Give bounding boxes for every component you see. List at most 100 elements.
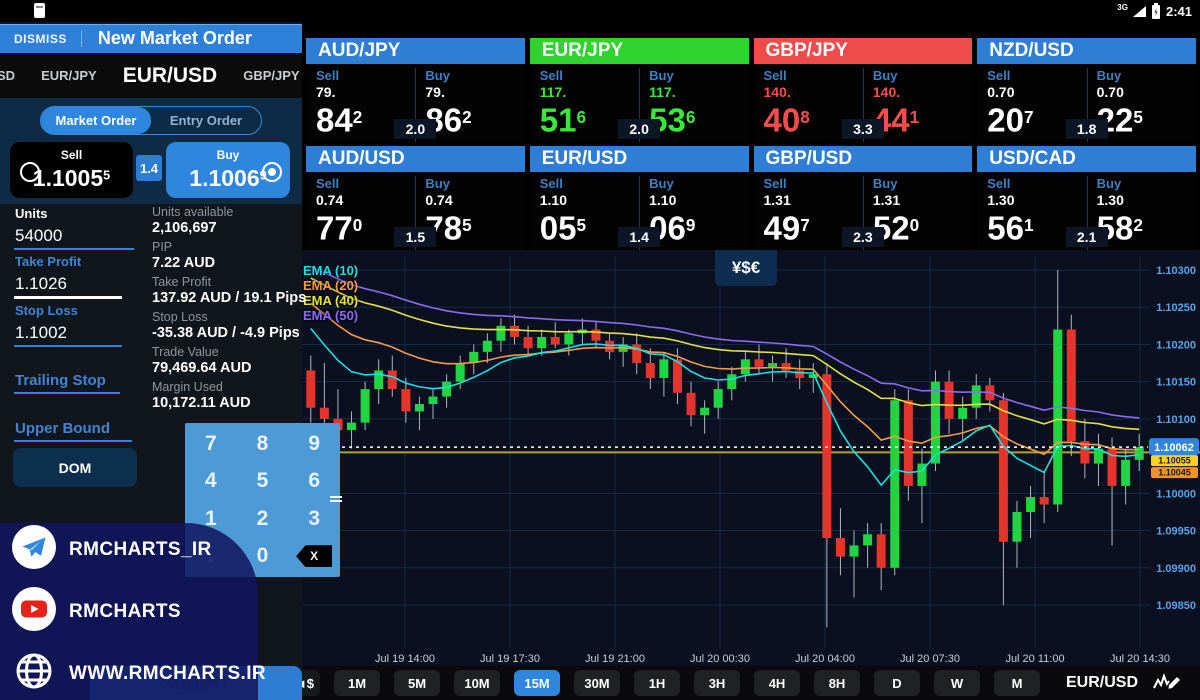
svg-text:1.10300: 1.10300 — [1156, 265, 1196, 277]
key-7[interactable]: 7 — [191, 432, 231, 456]
take-profit-input[interactable]: 1.1026 — [15, 274, 67, 294]
quote-buy-price: 441 — [873, 102, 972, 136]
quote-buy-prefix: 79. — [425, 84, 524, 100]
ema-legend-item: EMA (50) — [303, 308, 358, 323]
trailing-stop-link[interactable]: Trailing Stop — [15, 372, 106, 389]
svg-text:1.10200: 1.10200 — [1156, 339, 1196, 351]
quote-sell-label: Sell — [540, 68, 639, 83]
quote-pair-header[interactable]: EUR/USD — [530, 146, 749, 172]
quote-tile-body: Sell117.516Buy117.5362.0 — [530, 64, 749, 142]
quote-pair-header[interactable]: AUD/JPY — [306, 38, 525, 64]
svg-text:1.10055: 1.10055 — [1158, 456, 1191, 466]
notification-icon — [34, 3, 45, 18]
quote-buy-label: Buy — [649, 68, 748, 83]
quote-buy-prefix: 0.70 — [1097, 84, 1196, 100]
quote-tile-body: Sell79.842Buy79.8622.0 — [306, 64, 525, 142]
stat-value: 7.22 AUD — [152, 255, 300, 272]
timeframe-w[interactable]: W — [934, 670, 980, 696]
key-6[interactable]: 6 — [294, 469, 334, 493]
stop-loss-input[interactable]: 1.1002 — [15, 323, 67, 343]
quote-buy-prefix: 1.31 — [873, 192, 972, 208]
price-chart[interactable]: 1.103001.102501.102001.101501.101001.100… — [300, 250, 1200, 666]
globe-icon — [12, 649, 56, 693]
backspace-key[interactable]: X — [296, 545, 332, 567]
chart-pair-label[interactable]: EUR/USD — [1066, 674, 1138, 692]
currency-symbols-button[interactable]: ¥$€ — [715, 250, 777, 286]
buy-button[interactable]: Buy 1.10069 — [166, 142, 290, 198]
timeframe-30m[interactable]: 30M — [574, 670, 620, 696]
timeframe-4h[interactable]: 4H — [754, 670, 800, 696]
sell-button[interactable]: Sell 1.10055 — [10, 142, 133, 198]
timeframe-5m[interactable]: 5M — [394, 670, 440, 696]
svg-text:Jul 20 00:30: Jul 20 00:30 — [690, 653, 750, 665]
type-tab-entry-order[interactable]: Entry Order — [151, 107, 261, 134]
quote-sell-label: Sell — [540, 176, 639, 191]
timeframe-10m[interactable]: 10M — [454, 670, 500, 696]
svg-text:Jul 20 07:30: Jul 20 07:30 — [900, 653, 960, 665]
type-tab-market-order[interactable]: Market Order — [41, 107, 151, 134]
svg-text:Jul 20 04:00: Jul 20 04:00 — [795, 653, 855, 665]
key-9[interactable]: 9 — [294, 432, 334, 456]
key-5[interactable]: 5 — [242, 469, 282, 493]
telegram-icon — [12, 525, 56, 569]
stat-label: Take Profit — [152, 275, 300, 290]
timeframe-1h[interactable]: 1H — [634, 670, 680, 696]
quote-tile-body: Sell0.74770Buy0.747851.5 — [306, 172, 525, 250]
quote-buy-label: Buy — [1097, 176, 1196, 191]
quote-spread: 1.4 — [618, 227, 660, 247]
svg-text:Jul 19 21:00: Jul 19 21:00 — [585, 653, 645, 665]
quote-sell-label: Sell — [316, 176, 415, 191]
quote-buy-price: 520 — [873, 210, 972, 244]
youtube-icon — [12, 587, 56, 631]
quote-buy-prefix: 117. — [649, 84, 748, 100]
quote-sell-prefix: 1.31 — [764, 192, 863, 208]
dismiss-button[interactable]: DISMISS — [0, 32, 81, 46]
quote-sell-label: Sell — [764, 68, 863, 83]
dom-button[interactable]: DOM — [13, 448, 137, 487]
timeframe-d[interactable]: D — [874, 670, 920, 696]
timeframe-1m[interactable]: 1M — [334, 670, 380, 696]
key-3[interactable]: 3 — [294, 507, 334, 531]
timeframe-8h[interactable]: 8H — [814, 670, 860, 696]
quote-pair-header[interactable]: AUD/USD — [306, 146, 525, 172]
svg-text:1.10045: 1.10045 — [1158, 468, 1191, 478]
quote-pair-header[interactable]: NZD/USD — [977, 38, 1196, 64]
watermark-label: RMCHARTS — [69, 601, 181, 623]
chart-draw-icon[interactable] — [1152, 672, 1182, 694]
timeframe-3h[interactable]: 3H — [694, 670, 740, 696]
pair-tab-eur-jpy[interactable]: EUR/JPY — [28, 68, 110, 83]
pair-tab-sd[interactable]: SD — [0, 68, 28, 83]
quote-spread: 1.8 — [1066, 119, 1108, 139]
quote-sell-label: Sell — [987, 68, 1086, 83]
upper-bound-link[interactable]: Upper Bound — [15, 420, 110, 437]
svg-text:1.09950: 1.09950 — [1156, 526, 1196, 538]
svg-text:Jul 20 14:30: Jul 20 14:30 — [1110, 653, 1170, 665]
quote-pair-header[interactable]: USD/CAD — [977, 146, 1196, 172]
quote-tile-gbpjpy: GBP/JPYSell140.408Buy140.4413.3 — [754, 38, 973, 142]
key-4[interactable]: 4 — [191, 469, 231, 493]
quote-buy-label: Buy — [649, 176, 748, 191]
keypad-drag-handle[interactable] — [330, 494, 342, 504]
watermark-panel: RMCHARTS_IRRMCHARTSWWW.RMCHARTS.IR — [0, 523, 258, 700]
quote-buy-label: Buy — [425, 68, 524, 83]
quote-pair-header[interactable]: EUR/JPY — [530, 38, 749, 64]
quote-buy-price: 225 — [1097, 102, 1196, 136]
order-panel-header: DISMISS New Market Order — [0, 24, 302, 53]
quote-pair-header[interactable]: GBP/USD — [754, 146, 973, 172]
buy-label: Buy — [166, 148, 290, 162]
units-input[interactable]: 54000 — [15, 226, 62, 246]
svg-text:Jul 20 11:00: Jul 20 11:00 — [1005, 653, 1064, 665]
timeframe-15m[interactable]: 15M — [514, 670, 560, 696]
svg-text:1.10150: 1.10150 — [1156, 377, 1196, 389]
trailing-stop-underline — [14, 392, 120, 394]
timeframe-m[interactable]: M — [994, 670, 1040, 696]
quote-tile-body: Sell1.10055Buy1.100691.4 — [530, 172, 749, 250]
watermark-label: RMCHARTS_IR — [69, 539, 212, 561]
quote-spread: 1.5 — [394, 227, 436, 247]
key-8[interactable]: 8 — [242, 432, 282, 456]
quote-buy-price: 582 — [1097, 210, 1196, 244]
quote-pair-header[interactable]: GBP/JPY — [754, 38, 973, 64]
pair-tab-gbp-jpy[interactable]: GBP/JPY — [230, 68, 302, 83]
pair-tab-eur-usd[interactable]: EUR/USD — [110, 64, 231, 88]
take-profit-underline — [14, 296, 122, 299]
